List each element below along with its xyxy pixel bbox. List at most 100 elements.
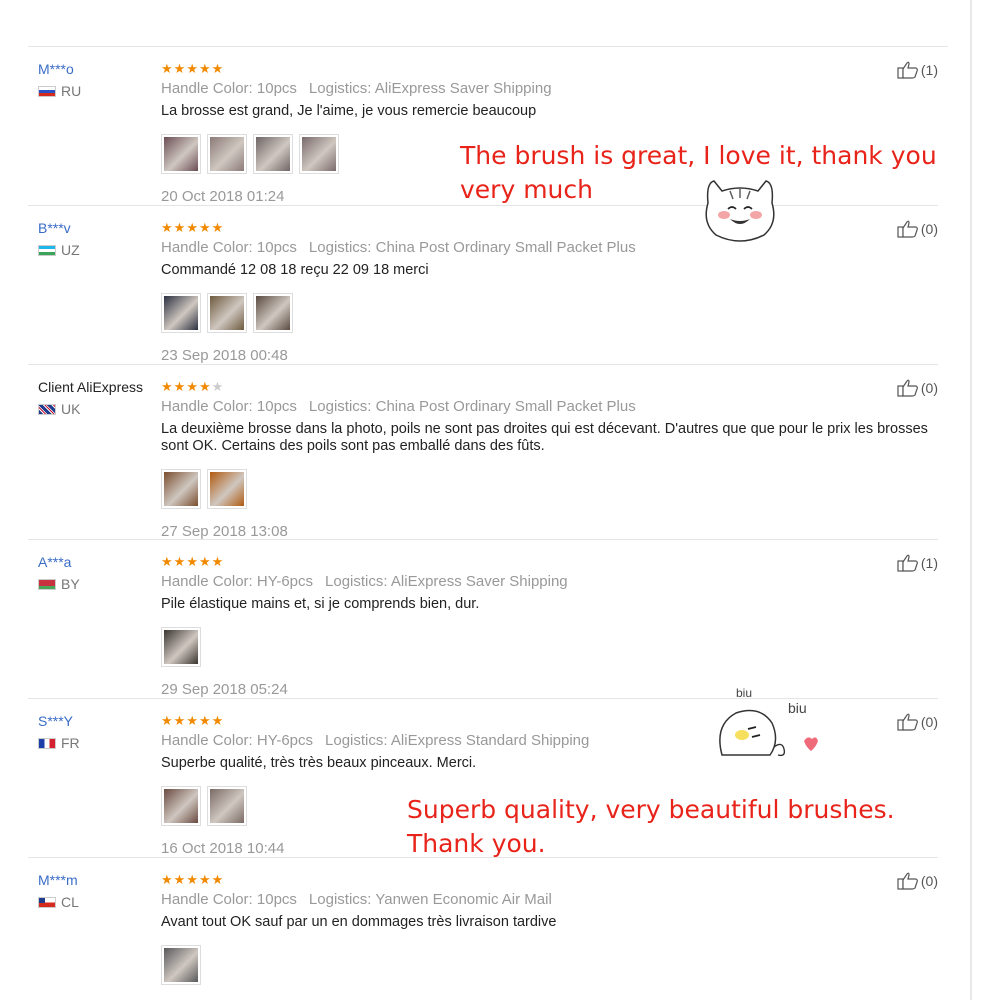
star-icon: ★ — [173, 219, 186, 235]
flag-icon — [38, 578, 56, 590]
review-date: 29 Sep 2018 05:24 — [161, 681, 288, 698]
logistics-info: Logistics: China Post Ordinary Small Pac… — [308, 398, 636, 415]
star-icon: ★ — [211, 553, 224, 569]
reviewer-name[interactable]: S***Y — [38, 713, 148, 729]
review-photo-thumbnail[interactable] — [207, 293, 247, 333]
helpful-count: (0) — [920, 873, 938, 889]
product-variant: Handle Color: 10pcs — [161, 398, 297, 415]
review-meta: Handle Color: 10pcs Logistics: AliExpress… — [161, 80, 941, 98]
country-code: CL — [61, 894, 79, 910]
product-variant: Handle Color: 10pcs — [161, 239, 297, 256]
review-text: Superbe qualité, très très beaux pinceau… — [161, 755, 477, 771]
helpful-count: (0) — [920, 380, 938, 396]
helpful-button[interactable]: (1) — [897, 61, 938, 79]
review-photo-thumbnail[interactable] — [161, 134, 201, 174]
logistics-info: Logistics: AliExpress Standard Shipping — [325, 732, 590, 749]
logistics-info: Logistics: AliExpress Saver Shipping — [308, 80, 552, 97]
review-row: A***a BY ★ ★ ★ ★ ★ Handle Color: HY-6pcs Logisti… — [28, 540, 938, 699]
star-icon: ★ — [198, 553, 211, 569]
flag-icon — [38, 896, 56, 908]
star-icon: ★ — [211, 712, 224, 728]
logistics-info: Logistics: AliExpress Saver Shipping — [325, 573, 568, 590]
review-photo-thumbnail[interactable] — [161, 627, 201, 667]
reviewer-country: RU — [38, 83, 148, 99]
star-icon: ★ — [173, 712, 186, 728]
helpful-button[interactable]: (0) — [897, 713, 938, 731]
star-icon: ★ — [173, 60, 186, 76]
star-icon: ★ — [198, 378, 211, 394]
review-body: ★ ★ ★ ★ ★ Handle Color: HY-6pcs Logistics: Ali… — [161, 554, 941, 699]
star-icon: ★ — [161, 219, 173, 235]
review-photos — [161, 469, 941, 509]
helpful-count: (0) — [920, 714, 938, 730]
star-rating: ★ ★ ★ ★ ★ — [161, 554, 941, 568]
product-variant: Handle Color: HY-6pcs — [161, 732, 314, 749]
helpful-button[interactable]: (1) — [897, 554, 938, 572]
star-icon: ★ — [198, 219, 211, 235]
product-variant: Handle Color: 10pcs — [161, 80, 297, 97]
country-code: RU — [61, 83, 82, 99]
star-icon: ★ — [211, 219, 224, 235]
star-icon: ★ — [161, 553, 173, 569]
star-icon: ★ — [211, 871, 224, 887]
logistics-info: Logistics: China Post Ordinary Small Pac… — [308, 239, 636, 256]
review-text: Pile élastique mains et, si je comprends… — [161, 596, 480, 612]
reviewer-name[interactable]: M***o — [38, 61, 148, 77]
reviewer-info: Client AliExpress UK — [38, 379, 148, 417]
review-row: Client AliExpress UK ★ ★ ★ ★ ★ Handle Color: 10… — [28, 365, 938, 540]
review-photo-thumbnail[interactable] — [253, 293, 293, 333]
review-photo-thumbnail[interactable] — [161, 293, 201, 333]
reviewer-name[interactable]: M***m — [38, 872, 148, 888]
star-icon: ★ — [173, 378, 186, 394]
review-body: ★ ★ ★ ★ ★ Handle Color: 10pcs Logistics: Yanwe… — [161, 872, 941, 1000]
thumbs-up-icon — [897, 61, 918, 79]
country-code: FR — [61, 735, 80, 751]
review-photo-thumbnail[interactable] — [253, 134, 293, 174]
star-rating: ★ ★ ★ ★ ★ — [161, 872, 941, 886]
star-rating: ★ ★ ★ ★ ★ — [161, 61, 941, 75]
review-photo-thumbnail[interactable] — [207, 786, 247, 826]
star-icon: ★ — [186, 871, 198, 887]
reviewer-name[interactable]: A***a — [38, 554, 148, 570]
reviewer-info: B***v UZ — [38, 220, 148, 258]
review-photo-thumbnail[interactable] — [207, 469, 247, 509]
reviewer-country: BY — [38, 576, 148, 592]
review-text: La brosse est grand, Je l'aime, je vous … — [161, 103, 537, 119]
flag-icon — [38, 85, 56, 97]
reviewer-country: UZ — [38, 242, 148, 258]
reviewer-name[interactable]: B***v — [38, 220, 148, 236]
reviewer-info: M***o RU — [38, 61, 148, 99]
helpful-button[interactable]: (0) — [897, 872, 938, 890]
helpful-button[interactable]: (0) — [897, 379, 938, 397]
page-top — [0, 0, 1000, 44]
reviewer-info: S***Y FR — [38, 713, 148, 751]
country-code: UZ — [61, 242, 80, 258]
review-photo-thumbnail[interactable] — [161, 945, 201, 985]
biu-label-small: biu — [736, 686, 753, 700]
reviewer-info: M***m CL — [38, 872, 148, 910]
star-rating: ★ ★ ★ ★ ★ — [161, 379, 941, 393]
logistics-info: Logistics: Yanwen Economic Air Mail — [308, 891, 552, 908]
reviewer-info: A***a BY — [38, 554, 148, 592]
product-variant: Handle Color: 10pcs — [161, 891, 297, 908]
review-photo-thumbnail[interactable] — [299, 134, 339, 174]
helpful-button[interactable]: (0) — [897, 220, 938, 238]
thumbs-up-icon — [897, 220, 918, 238]
review-photo-thumbnail[interactable] — [161, 469, 201, 509]
review-photo-thumbnail[interactable] — [161, 786, 201, 826]
review-meta: Handle Color: HY-6pcs Logistics: AliExpre… — [161, 732, 941, 750]
review-photo-thumbnail[interactable] — [207, 134, 247, 174]
star-icon: ★ — [161, 871, 173, 887]
review-text: La deuxième brosse dans la photo, poils … — [161, 421, 928, 454]
review-text: Avant tout OK sauf par un en dommages tr… — [161, 914, 557, 930]
review-date: 23 Sep 2018 00:48 — [161, 347, 288, 364]
star-icon: ★ — [198, 60, 211, 76]
star-icon: ★ — [198, 871, 211, 887]
star-icon: ★ — [186, 60, 198, 76]
country-code: BY — [61, 576, 80, 592]
star-icon: ★ — [173, 553, 186, 569]
review-meta: Handle Color: 10pcs Logistics: China Post… — [161, 398, 941, 416]
product-variant: Handle Color: HY-6pcs — [161, 573, 314, 590]
thumbs-up-icon — [897, 379, 918, 397]
thumbs-up-icon — [897, 872, 918, 890]
